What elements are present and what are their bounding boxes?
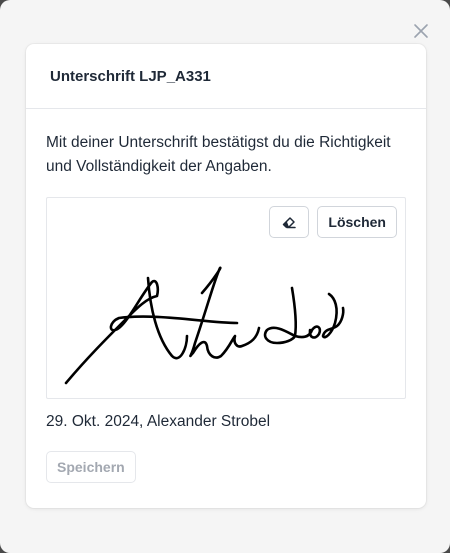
eraser-icon: [283, 217, 297, 229]
signature-pad[interactable]: Löschen: [46, 197, 406, 399]
signature-dialog: Unterschrift LJP_A331 Mit deiner Untersc…: [0, 0, 450, 553]
clear-button[interactable]: Löschen: [317, 206, 397, 238]
signature-caption: 29. Okt. 2024, Alexander Strobel: [46, 413, 271, 430]
dialog-title: Unterschrift LJP_A331: [50, 67, 211, 85]
dialog-description: Mit deiner Unterschrift bestätigst du di…: [46, 134, 391, 175]
save-button[interactable]: Speichern: [46, 451, 136, 483]
close-icon[interactable]: [412, 22, 430, 40]
eraser-button[interactable]: [269, 206, 310, 238]
card-header: Unterschrift LJP_A331: [26, 44, 426, 109]
signature-card: Unterschrift LJP_A331 Mit deiner Untersc…: [26, 44, 426, 508]
card-body: Mit deiner Unterschrift bestätigst du di…: [26, 109, 426, 483]
signature-tools: Löschen: [269, 206, 397, 238]
